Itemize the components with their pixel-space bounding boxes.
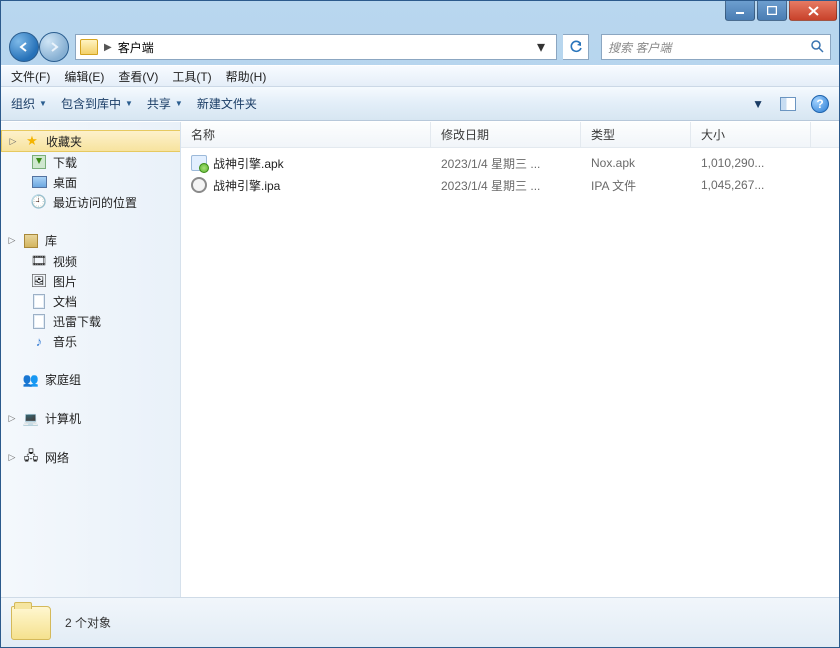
share-button[interactable]: 共享▼: [147, 95, 183, 112]
sidebar-item-music[interactable]: ♪ 音乐: [1, 331, 180, 351]
file-list: 战神引擎.apk 2023/1/4 星期三 ... Nox.apk 1,010,…: [181, 148, 839, 597]
menu-bar: 文件(F) 编辑(E) 查看(V) 工具(T) 帮助(H): [1, 65, 839, 87]
xunlei-icon: [33, 314, 45, 329]
recent-places-icon: 🕘: [31, 194, 47, 210]
breadcrumb[interactable]: ▶ 客户端: [104, 39, 154, 56]
preview-pane-button[interactable]: [775, 93, 801, 115]
breadcrumb-folder[interactable]: 客户端: [118, 39, 154, 56]
address-bar[interactable]: ▶ 客户端 ▾: [75, 34, 557, 60]
music-icon: ♪: [31, 333, 47, 349]
documents-icon: [33, 294, 45, 309]
chevron-down-icon: ▼: [125, 99, 133, 108]
file-list-pane: 名称 修改日期 类型 大小 战神引擎.apk 2023/1/4 星期三 ... …: [181, 122, 839, 597]
address-dropdown-icon[interactable]: ▾: [530, 37, 552, 57]
maximize-button[interactable]: [757, 1, 787, 21]
sidebar-item-xunlei[interactable]: 迅雷下载: [1, 311, 180, 331]
window-buttons: [725, 1, 837, 21]
sidebar-item-pictures[interactable]: 🖼 图片: [1, 271, 180, 291]
file-date: 2023/1/4 星期三 ...: [431, 155, 581, 172]
column-header-name[interactable]: 名称: [181, 122, 431, 147]
new-folder-button[interactable]: 新建文件夹: [197, 95, 257, 112]
folder-icon: [80, 39, 98, 55]
nav-arrows: [9, 32, 69, 62]
search-placeholder: 搜索 客户端: [608, 39, 671, 56]
file-date: 2023/1/4 星期三 ...: [431, 177, 581, 194]
download-icon: [32, 155, 46, 169]
videos-icon: 🎞: [31, 253, 47, 269]
column-header-type[interactable]: 类型: [581, 122, 691, 147]
network-icon: 🖧: [23, 450, 39, 466]
sidebar-libraries-header[interactable]: ▷ 库: [1, 230, 180, 251]
navigation-pane: ▷ ★ 收藏夹 下载 桌面 🕘 最近访问的位置 ▷ 库: [1, 122, 181, 597]
chevron-down-icon: ▼: [752, 97, 764, 111]
include-in-library-button[interactable]: 包含到库中▼: [61, 95, 133, 112]
search-input[interactable]: 搜索 客户端: [601, 34, 831, 60]
file-type: IPA 文件: [581, 177, 691, 194]
breadcrumb-sep-icon: ▶: [104, 42, 112, 53]
command-bar: 组织▼ 包含到库中▼ 共享▼ 新建文件夹 ▼ ?: [1, 87, 839, 121]
column-headers: 名称 修改日期 类型 大小: [181, 122, 839, 148]
menu-edit[interactable]: 编辑(E): [64, 68, 104, 85]
collapse-icon[interactable]: ▷: [8, 136, 18, 147]
file-name: 战神引擎.ipa: [213, 177, 280, 194]
column-header-size[interactable]: 大小: [691, 122, 811, 147]
chevron-down-icon: ▼: [39, 99, 47, 108]
homegroup-icon: 👥: [23, 372, 39, 388]
collapse-icon[interactable]: ▷: [7, 452, 17, 463]
sidebar-item-downloads[interactable]: 下载: [1, 152, 180, 172]
menu-view[interactable]: 查看(V): [118, 68, 158, 85]
file-row[interactable]: 战神引擎.apk 2023/1/4 星期三 ... Nox.apk 1,010,…: [181, 152, 839, 174]
file-type: Nox.apk: [581, 156, 691, 170]
sidebar-favorites-header[interactable]: ▷ ★ 收藏夹: [1, 130, 180, 152]
sidebar-homegroup-header[interactable]: ▷ 👥 家庭组: [1, 369, 180, 390]
file-size: 1,010,290...: [691, 156, 811, 170]
collapse-icon[interactable]: ▷: [7, 235, 17, 246]
pictures-icon: 🖼: [31, 273, 47, 289]
ipa-file-icon: [191, 177, 207, 193]
close-button[interactable]: [789, 1, 837, 21]
desktop-icon: [32, 176, 47, 188]
explorer-window: ▶ 客户端 ▾ 搜索 客户端 文件(F) 编辑(E) 查看(V) 工具(T) 帮…: [0, 0, 840, 648]
view-options-button[interactable]: ▼: [739, 93, 765, 115]
pane-icon: [780, 97, 796, 111]
sidebar-item-recent[interactable]: 🕘 最近访问的位置: [1, 192, 180, 212]
toolbar-right: ▼ ?: [739, 93, 829, 115]
explorer-body: ▷ ★ 收藏夹 下载 桌面 🕘 最近访问的位置 ▷ 库: [1, 121, 839, 597]
collapse-icon[interactable]: ▷: [7, 413, 17, 424]
refresh-button[interactable]: [563, 34, 589, 60]
chevron-down-icon: ▼: [175, 99, 183, 108]
file-row[interactable]: 战神引擎.ipa 2023/1/4 星期三 ... IPA 文件 1,045,2…: [181, 174, 839, 196]
star-icon: ★: [24, 133, 40, 149]
help-button[interactable]: ?: [811, 95, 829, 113]
sidebar-computer-header[interactable]: ▷ 💻 计算机: [1, 408, 180, 429]
search-icon[interactable]: [810, 39, 824, 56]
computer-icon: 💻: [23, 411, 39, 427]
column-header-date[interactable]: 修改日期: [431, 122, 581, 147]
sidebar-item-desktop[interactable]: 桌面: [1, 172, 180, 192]
organize-button[interactable]: 组织▼: [11, 95, 47, 112]
status-item-count: 2 个对象: [65, 614, 111, 631]
library-icon: [24, 234, 38, 248]
titlebar: [1, 1, 839, 29]
apk-file-icon: [191, 155, 207, 171]
file-name: 战神引擎.apk: [213, 155, 284, 172]
sidebar-item-videos[interactable]: 🎞 视频: [1, 251, 180, 271]
file-size: 1,045,267...: [691, 178, 811, 192]
forward-button[interactable]: [39, 32, 69, 62]
menu-tools[interactable]: 工具(T): [172, 68, 211, 85]
menu-file[interactable]: 文件(F): [11, 68, 50, 85]
folder-icon: [11, 606, 51, 640]
minimize-button[interactable]: [725, 1, 755, 21]
sidebar-item-documents[interactable]: 文档: [1, 291, 180, 311]
back-button[interactable]: [9, 32, 39, 62]
menu-help[interactable]: 帮助(H): [226, 68, 267, 85]
sidebar-network-header[interactable]: ▷ 🖧 网络: [1, 447, 180, 468]
navigation-row: ▶ 客户端 ▾ 搜索 客户端: [1, 29, 839, 65]
status-bar: 2 个对象: [1, 597, 839, 647]
